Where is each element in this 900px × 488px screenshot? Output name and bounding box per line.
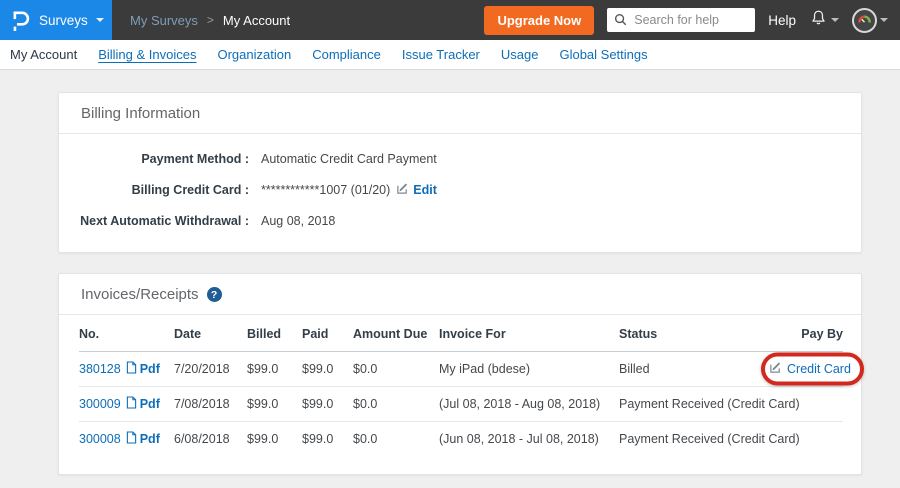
next-withdrawal-label: Next Automatic Withdrawal : [59, 214, 249, 228]
pdf-label: Pdf [140, 432, 160, 446]
breadcrumb-current-page: My Account [223, 13, 290, 28]
search-input[interactable] [607, 8, 755, 32]
invoice-pdf-link[interactable]: Pdf [126, 361, 160, 377]
payment-method-label: Payment Method : [59, 152, 249, 166]
account-tabbar: My Account Billing & Invoices Organizati… [0, 40, 900, 70]
payment-method-value: Automatic Credit Card Payment [261, 152, 437, 166]
invoice-status: Billed [619, 352, 769, 387]
edit-credit-card-link[interactable]: Edit [396, 182, 437, 198]
user-account-menu[interactable] [852, 8, 888, 33]
col-header-status: Status [619, 315, 769, 352]
invoice-row: 300008 Pdf [79, 422, 843, 457]
invoice-paid: $99.0 [302, 352, 353, 387]
col-header-pay-by: Pay By [769, 315, 843, 352]
tab-usage[interactable]: Usage [501, 47, 539, 62]
invoice-billed: $99.0 [247, 422, 302, 457]
invoices-receipts-card: Invoices/Receipts ? No. Date Billed Paid… [58, 273, 862, 475]
card-title-text: Invoices/Receipts [81, 286, 199, 303]
pdf-label: Pdf [140, 362, 160, 376]
invoice-row: 380128 Pdf [79, 352, 843, 387]
card-title-text: Billing Information [81, 105, 200, 122]
chevron-down-icon [96, 18, 104, 26]
chevron-down-icon [831, 18, 839, 26]
payment-method-row: Payment Method : Automatic Credit Card P… [59, 144, 861, 174]
col-header-date: Date [174, 315, 247, 352]
col-header-no: No. [79, 315, 174, 352]
breadcrumb-my-surveys[interactable]: My Surveys [130, 13, 198, 28]
pdf-file-icon [126, 431, 137, 447]
invoice-billed: $99.0 [247, 352, 302, 387]
search-icon [614, 13, 627, 31]
invoice-amount-due: $0.0 [353, 422, 439, 457]
edit-pencil-icon [769, 361, 782, 377]
invoice-for: (Jun 08, 2018 - Jul 08, 2018) [439, 422, 619, 457]
tab-global-settings[interactable]: Global Settings [559, 47, 647, 62]
product-switcher-surveys[interactable]: Surveys [0, 0, 112, 40]
invoice-status: Payment Received (Credit Card) [619, 422, 769, 457]
page-content: Billing Information Payment Method : Aut… [0, 70, 900, 475]
invoices-receipts-title: Invoices/Receipts ? [59, 274, 861, 315]
billing-credit-card-label: Billing Credit Card : [59, 183, 249, 197]
pdf-file-icon [126, 361, 137, 377]
help-search [607, 8, 755, 32]
breadcrumb-separator: > [207, 13, 214, 27]
tab-issue-tracker[interactable]: Issue Tracker [402, 47, 480, 62]
notifications-menu[interactable] [809, 8, 839, 33]
invoice-row: 300009 Pdf [79, 387, 843, 422]
top-navbar: Surveys My Surveys > My Account Upgrade … [0, 0, 900, 40]
help-link[interactable]: Help [768, 13, 796, 28]
invoice-amount-due: $0.0 [353, 352, 439, 387]
edit-label: Edit [413, 183, 437, 197]
col-header-invoice-for: Invoice For [439, 315, 619, 352]
col-header-paid: Paid [302, 315, 353, 352]
invoices-header-row: No. Date Billed Paid Amount Due Invoice … [79, 315, 843, 352]
invoice-date: 6/08/2018 [174, 422, 247, 457]
user-avatar [852, 8, 877, 33]
topbar-actions: Upgrade Now Help [484, 6, 900, 35]
invoice-date: 7/08/2018 [174, 387, 247, 422]
invoice-pdf-link[interactable]: Pdf [126, 431, 160, 447]
pay-by-credit-card-link[interactable]: Credit Card [787, 362, 851, 376]
questionpro-logo-icon [11, 9, 31, 32]
invoices-help-icon[interactable]: ? [207, 287, 222, 302]
next-withdrawal-value: Aug 08, 2018 [261, 214, 335, 228]
tab-organization[interactable]: Organization [217, 47, 291, 62]
breadcrumb: My Surveys > My Account [130, 13, 290, 28]
invoice-number-link[interactable]: 300009 [79, 397, 121, 411]
col-header-billed: Billed [247, 315, 302, 352]
invoice-amount-due: $0.0 [353, 387, 439, 422]
invoice-billed: $99.0 [247, 387, 302, 422]
col-header-amount-due: Amount Due [353, 315, 439, 352]
tab-my-account[interactable]: My Account [10, 47, 77, 62]
billing-information-card: Billing Information Payment Method : Aut… [58, 92, 862, 253]
next-withdrawal-row: Next Automatic Withdrawal : Aug 08, 2018 [59, 206, 861, 236]
edit-pencil-icon [396, 182, 409, 198]
pdf-label: Pdf [140, 397, 160, 411]
invoice-for: (Jul 08, 2018 - Aug 08, 2018) [439, 387, 619, 422]
product-menu-label: Surveys [39, 13, 88, 28]
bell-icon [809, 8, 828, 33]
tab-billing-invoices[interactable]: Billing & Invoices [98, 47, 196, 62]
invoice-number-link[interactable]: 380128 [79, 362, 121, 376]
invoice-paid: $99.0 [302, 387, 353, 422]
billing-information-title: Billing Information [59, 93, 861, 134]
chevron-down-icon [880, 18, 888, 26]
billing-credit-card-row: Billing Credit Card : ************1007 (… [59, 174, 861, 206]
invoice-status: Payment Received (Credit Card) [619, 387, 769, 422]
tab-compliance[interactable]: Compliance [312, 47, 381, 62]
invoices-table: No. Date Billed Paid Amount Due Invoice … [79, 315, 843, 456]
billing-credit-card-value: ************1007 (01/20) Edit [261, 182, 437, 198]
billing-information-body: Payment Method : Automatic Credit Card P… [59, 134, 861, 252]
invoice-number-link[interactable]: 300008 [79, 432, 121, 446]
invoice-paid: $99.0 [302, 422, 353, 457]
masked-card-number: ************1007 (01/20) [261, 183, 390, 197]
invoice-pdf-link[interactable]: Pdf [126, 396, 160, 412]
invoice-for: My iPad (bdese) [439, 352, 619, 387]
pdf-file-icon [126, 396, 137, 412]
upgrade-now-button[interactable]: Upgrade Now [484, 6, 594, 35]
invoice-date: 7/20/2018 [174, 352, 247, 387]
